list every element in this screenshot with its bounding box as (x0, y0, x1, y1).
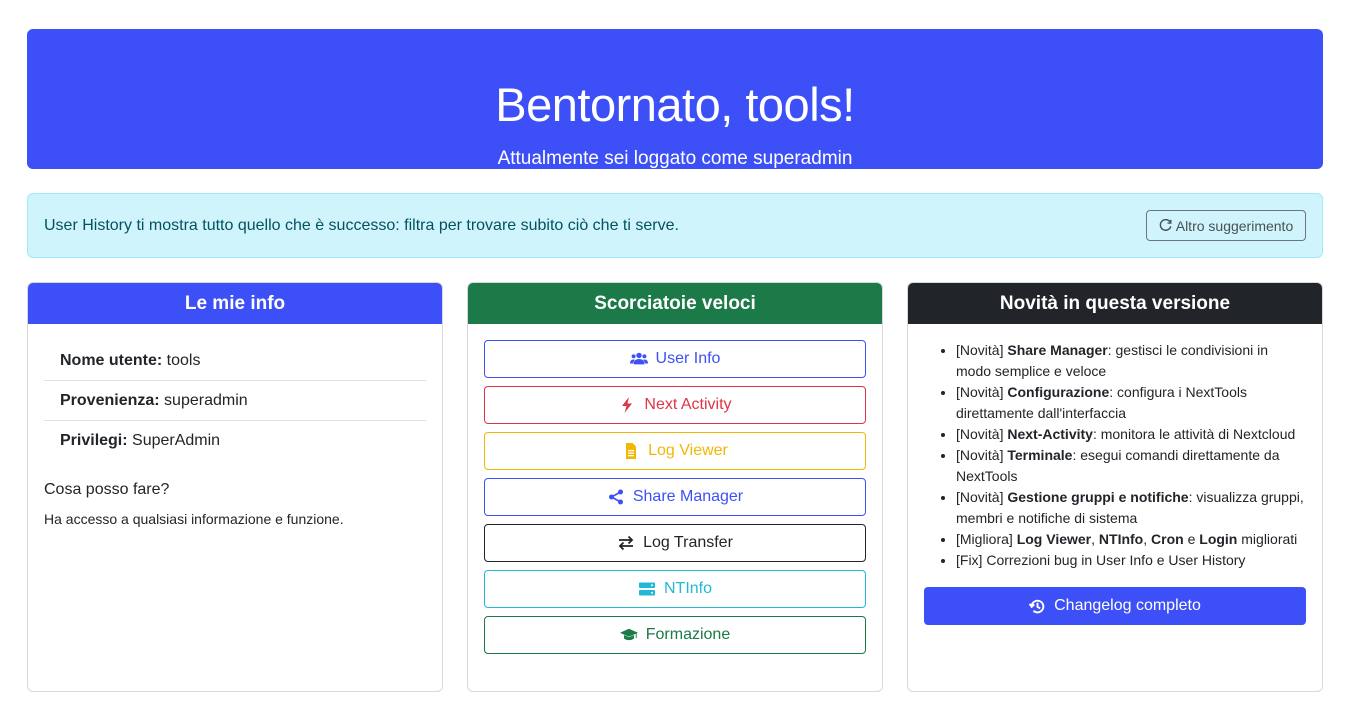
tip-text: User History ti mostra tutto quello che … (44, 217, 679, 234)
note-tag: [Novità] (956, 426, 1008, 442)
note-text: , (1143, 531, 1152, 547)
share-manager-label: Share Manager (632, 488, 744, 505)
info-value: SuperAdmin (127, 432, 221, 450)
welcome-banner: Bentornato, tools! Attualmente sei logga… (27, 29, 1323, 169)
shortcuts-card: Scorciatoie veloci User Info Next Activi… (467, 282, 883, 692)
info-row-origin: Provenienza: superadmin (44, 381, 426, 422)
note-text: [Fix] Correzioni bug in User Info e User… (956, 552, 1246, 568)
info-label: Privilegi: (60, 432, 128, 450)
permissions-heading: Cosa posso fare? (44, 480, 170, 498)
note-feature: Login (1199, 531, 1238, 547)
welcome-subtitle-role: superadmin (753, 148, 853, 169)
release-notes-list: [Novità] Share Manager: gestisci le cond… (956, 340, 1306, 571)
another-tip-button[interactable]: Altro suggerimento (1146, 210, 1306, 241)
my-info-list: Nome utente: tools Provenienza: superadm… (44, 341, 426, 461)
note-feature: NTInfo (1098, 531, 1144, 547)
info-row-privileges: Privilegi: SuperAdmin (44, 421, 426, 460)
release-note-item: [Novità] Share Manager: gestisci le cond… (956, 340, 1306, 382)
note-text: : monitora le attività di Nextcloud (1092, 426, 1296, 442)
release-note-item: [Novità] Configurazione: configura i Nex… (956, 382, 1306, 424)
bolt-icon (622, 397, 633, 413)
release-note-item: [Novità] Next-Activity: monitora le atti… (956, 424, 1306, 445)
log-transfer-button[interactable]: Log Transfer (484, 524, 866, 562)
user-info-label: User Info (655, 350, 721, 367)
file-icon (626, 443, 637, 459)
note-tag: [Novità] (956, 342, 1008, 358)
share-icon (608, 489, 623, 505)
release-note-item: [Fix] Correzioni bug in User Info e User… (956, 550, 1306, 571)
my-info-card: Le mie info Nome utente: tools Provenien… (27, 282, 443, 692)
training-button[interactable]: Formazione (484, 616, 866, 654)
note-feature: Next-Activity (1007, 426, 1093, 442)
info-value: superadmin (159, 392, 248, 410)
full-changelog-button[interactable]: Changelog completo (924, 587, 1306, 625)
history-icon (1029, 599, 1045, 613)
note-feature: Gestione gruppi e notifiche (1007, 489, 1189, 505)
ntinfo-label: NTInfo (663, 580, 712, 597)
release-note-item: [Novità] Terminale: esegui comandi diret… (956, 445, 1306, 487)
note-feature: Configurazione (1007, 384, 1110, 400)
tip-alert: User History ti mostra tutto quello che … (27, 193, 1323, 258)
welcome-subtitle: Attualmente sei loggato come superadmin (27, 149, 1323, 168)
next-activity-button[interactable]: Next Activity (484, 386, 866, 424)
server-icon (638, 582, 655, 596)
graduation-cap-icon (619, 628, 638, 641)
shortcuts-title: Scorciatoie veloci (468, 283, 882, 324)
info-value: tools (162, 352, 201, 369)
info-row-username: Nome utente: tools (44, 341, 426, 382)
note-feature: Cron (1151, 531, 1184, 547)
note-tag: [Novità] (956, 384, 1008, 400)
welcome-title: Bentornato, tools! (495, 78, 855, 131)
note-tag: [Novità] (956, 489, 1008, 505)
release-notes-card: Novità in questa versione [Novità] Share… (907, 282, 1323, 692)
info-label: Nome utente: (60, 352, 163, 369)
note-text: e (1183, 531, 1200, 547)
ntinfo-button[interactable]: NTInfo (484, 570, 866, 608)
training-label: Formazione (645, 626, 731, 643)
next-activity-label: Next Activity (644, 396, 732, 413)
permissions-text: Ha accesso a qualsiasi informazione e fu… (44, 510, 344, 527)
note-tag: [Migliora] (956, 531, 1017, 547)
note-tag: [Novità] (956, 447, 1008, 463)
share-manager-button[interactable]: Share Manager (484, 478, 866, 516)
full-changelog-label: Changelog completo (1054, 597, 1201, 614)
info-label: Provenienza: (60, 392, 160, 410)
welcome-subtitle-prefix: Attualmente sei loggato come (497, 148, 754, 169)
note-feature: Share Manager (1007, 342, 1108, 358)
user-info-button[interactable]: User Info (484, 340, 866, 378)
note-text: migliorati (1237, 531, 1298, 547)
log-viewer-label: Log Viewer (648, 442, 728, 459)
log-viewer-button[interactable]: Log Viewer (484, 432, 866, 470)
users-icon (629, 352, 648, 365)
note-feature: Terminale (1007, 447, 1073, 463)
release-note-item: [Migliora] Log Viewer, NTInfo, Cron e Lo… (956, 529, 1306, 550)
my-info-title: Le mie info (28, 283, 442, 324)
release-note-item: [Novità] Gestione gruppi e notifiche: vi… (956, 487, 1306, 529)
exchange-icon (618, 535, 634, 551)
log-transfer-label: Log Transfer (643, 534, 733, 551)
release-notes-title: Novità in questa versione (908, 283, 1322, 324)
note-feature: Log Viewer (1016, 531, 1092, 547)
refresh-icon (1159, 219, 1172, 231)
note-text: , (1091, 531, 1099, 547)
another-tip-label: Altro suggerimento (1175, 217, 1294, 234)
